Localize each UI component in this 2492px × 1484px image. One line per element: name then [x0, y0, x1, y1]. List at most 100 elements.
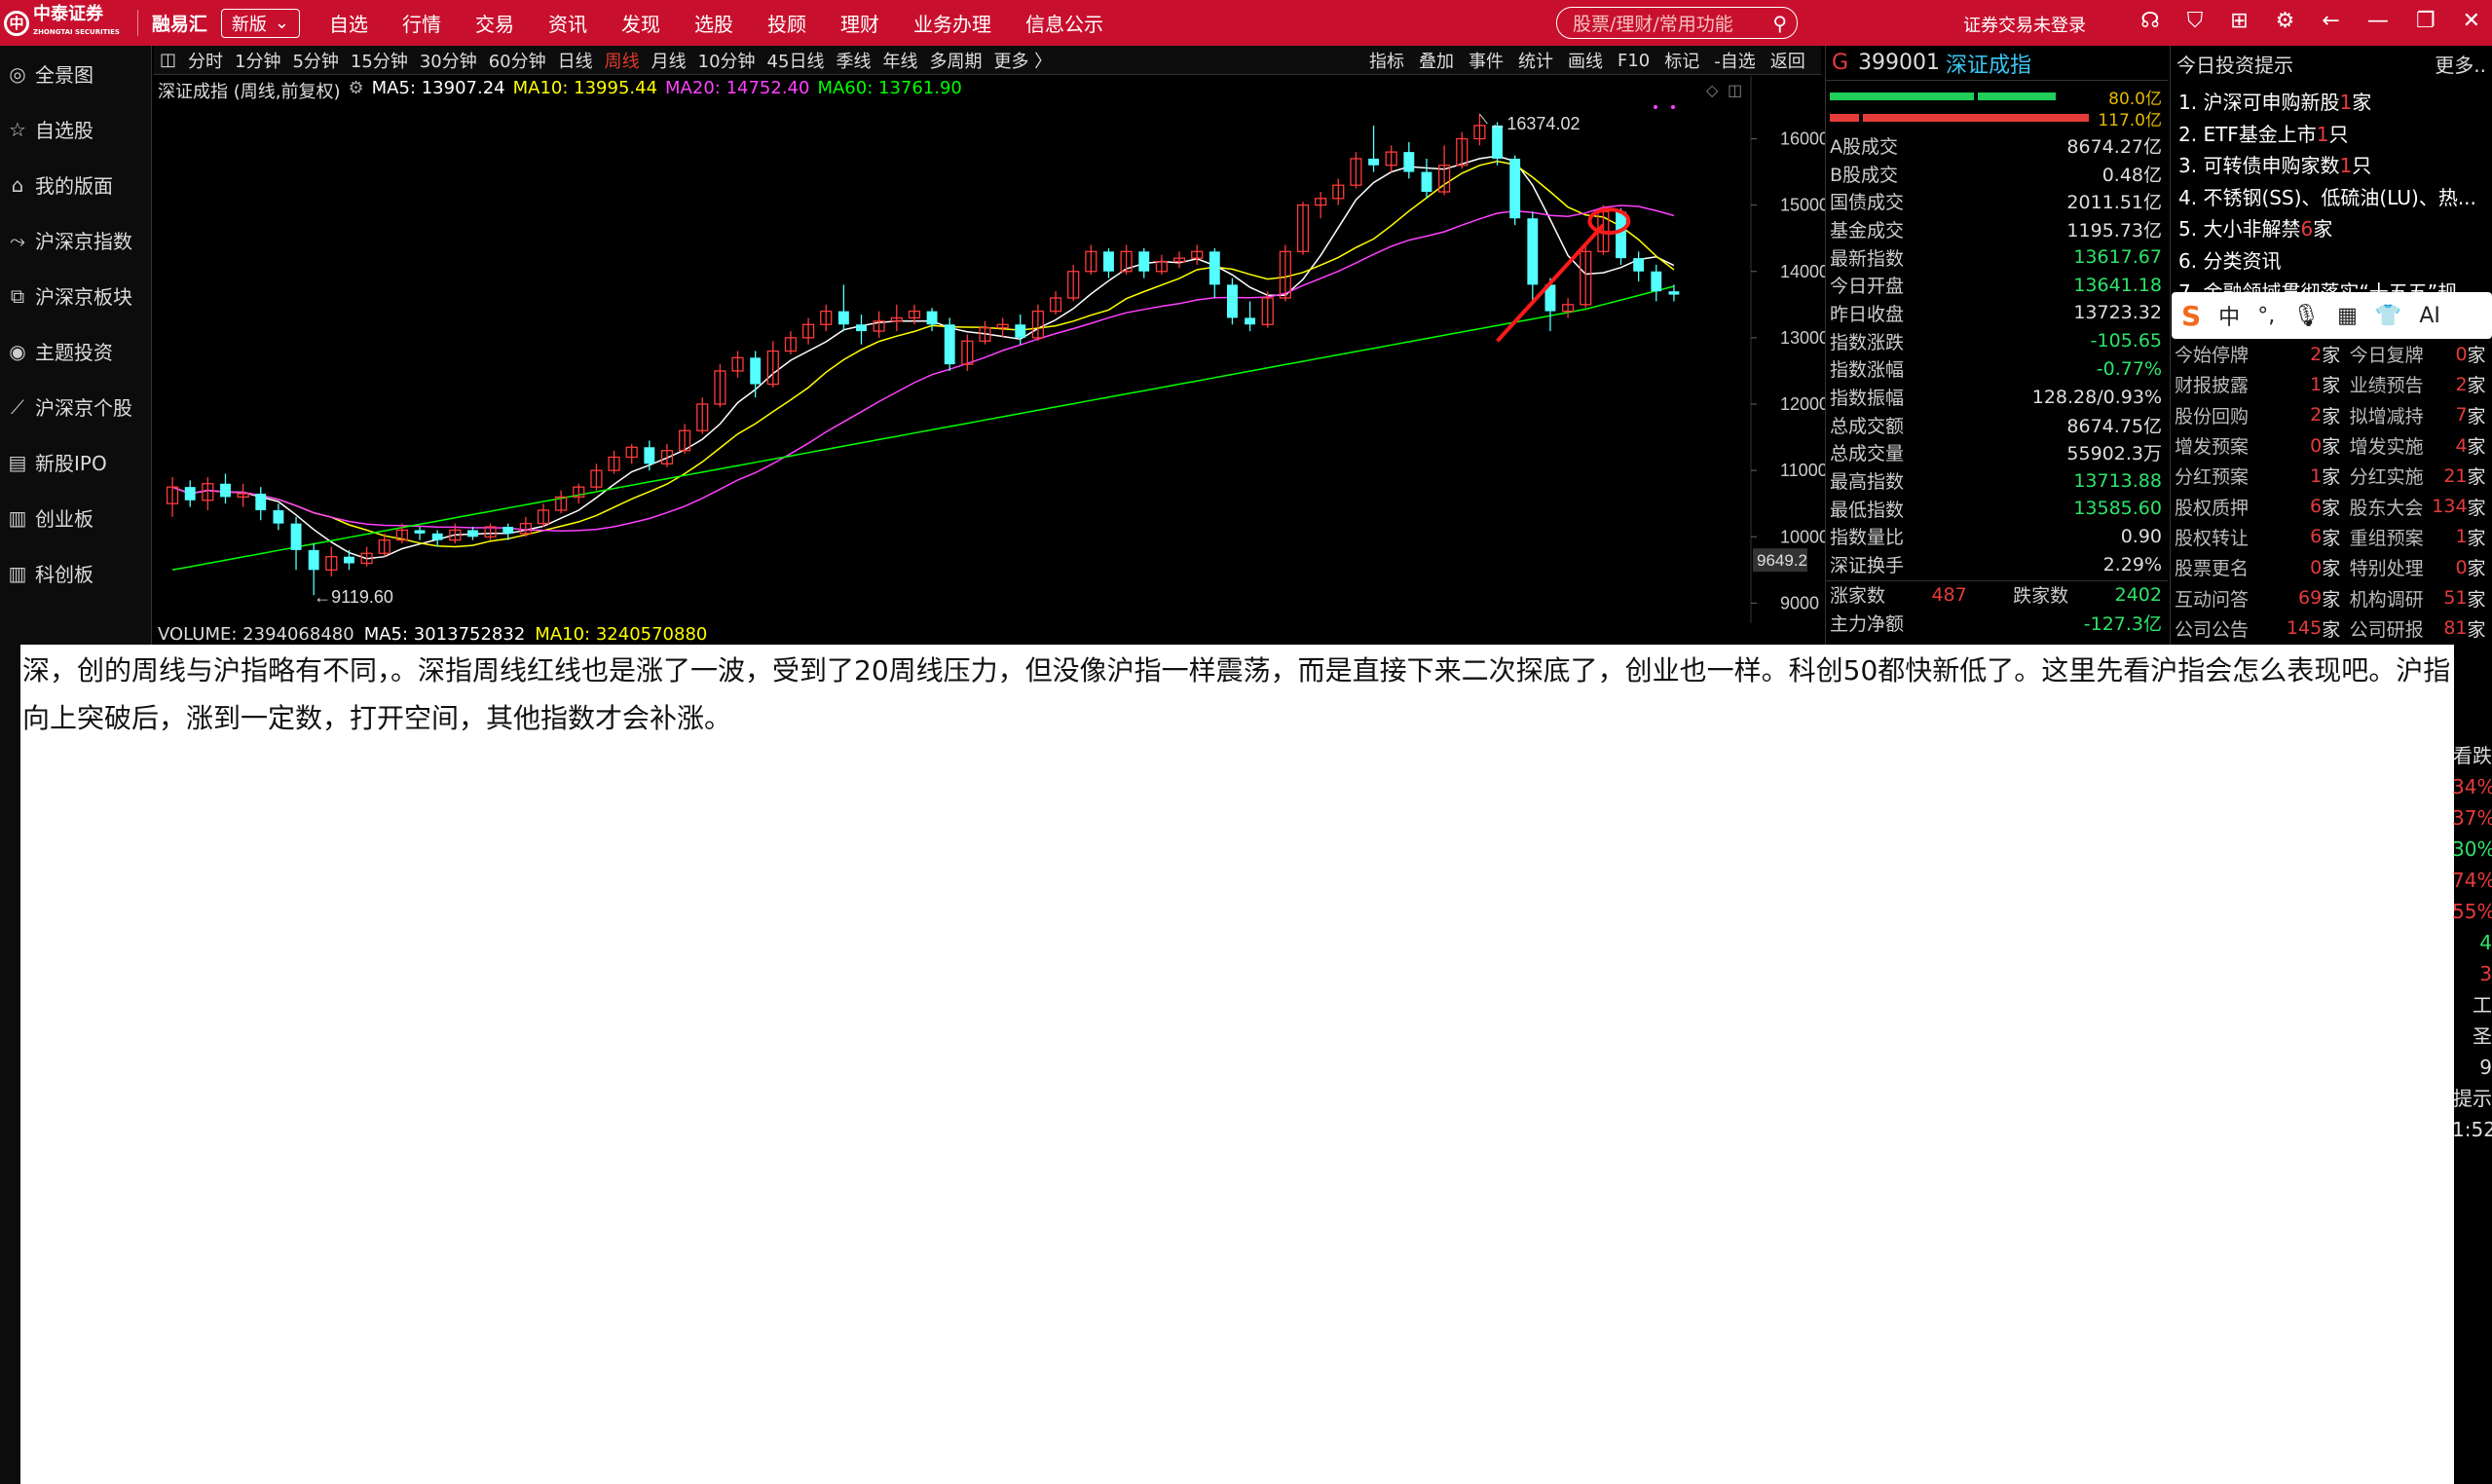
quote-value: 13641.18 [2073, 274, 2162, 296]
stat-unit: 家 [2322, 527, 2341, 549]
tool-item[interactable]: 统计 [1518, 48, 1553, 73]
window-controls: ☊ ⛉ ⊞ ⚙ ← — ❐ ✕ [2140, 9, 2480, 33]
menu-item[interactable]: 交易 [475, 9, 514, 37]
sogou-logo-icon[interactable]: S [2181, 300, 2201, 332]
skin-icon[interactable]: 👕 [2375, 304, 2401, 328]
nav-item-gem[interactable]: ▥ 创业板 [0, 490, 151, 545]
period-tab[interactable]: 15分钟 [351, 48, 408, 73]
tool-item[interactable]: F10 [1618, 51, 1650, 71]
stat-row[interactable]: 分红预案 1 家分红实施 21 家 [2171, 461, 2492, 491]
period-tab[interactable]: 日线 [558, 48, 593, 73]
ai-icon[interactable]: AI [2419, 304, 2440, 328]
menu-item[interactable]: 业务办理 [913, 9, 991, 37]
period-tab[interactable]: 30分钟 [420, 48, 477, 73]
nav-label: 沪深京个股 [35, 396, 132, 420]
shirt-icon[interactable]: ⛉ [2187, 9, 2204, 33]
period-tab[interactable]: 季线 [836, 48, 871, 73]
panel-toggle-icon[interactable]: ◫ [160, 50, 176, 70]
menu-item[interactable]: 自选 [329, 9, 368, 37]
stat-row[interactable]: 股份回购 2 家拟增减持 7 家 [2171, 400, 2492, 430]
period-tab[interactable]: 更多 〉 [993, 48, 1052, 73]
settings-icon[interactable]: ⚙ [2276, 9, 2295, 33]
bar-green-2 [1978, 93, 2056, 100]
stat-row[interactable]: 股权转让 6 家重组预案 1 家 [2171, 522, 2492, 552]
tool-item[interactable]: 指标 [1369, 48, 1404, 73]
nav-item-index[interactable]: ⤳ 沪深京指数 [0, 212, 151, 268]
search-input[interactable]: 股票/理财/常用功能 ⚲ [1556, 7, 1798, 39]
news-unit: 只 [2328, 122, 2349, 146]
tool-item[interactable]: 事件 [1469, 48, 1504, 73]
nav-item-stocks[interactable]: ⟋ 沪深京个股 [0, 379, 151, 434]
microphone-icon[interactable]: 🎙 [2292, 304, 2320, 328]
stat-row[interactable]: 互动问答 69 家机构调研 51 家 [2171, 582, 2492, 612]
period-tab-active[interactable]: 周线 [605, 48, 640, 73]
period-tab[interactable]: 10分钟 [698, 48, 756, 73]
menu-item[interactable]: 理财 [840, 9, 879, 37]
grid-icon[interactable]: ⊞ [2230, 9, 2248, 33]
service-icon[interactable]: ☊ [2140, 9, 2160, 33]
nav-item-ipo[interactable]: ▤ 新股IPO [0, 434, 151, 490]
stat-count: 7 [2455, 404, 2468, 427]
news-item[interactable]: 1. 沪深可申购新股1家 [2171, 82, 2492, 114]
version-select[interactable]: 新版 ⌄ [220, 8, 301, 38]
tool-item[interactable]: 返回 [1770, 48, 1805, 73]
menu-item[interactable]: 行情 [402, 9, 441, 37]
home-icon: ⌂ [11, 172, 24, 197]
stat-row[interactable]: 股权质押 6 家股东大会 134 家 [2171, 491, 2492, 521]
stat-label: 股份回购 [2175, 405, 2250, 427]
stat-row[interactable]: 股票更名 0 家特别处理 0 家 [2171, 552, 2492, 582]
ime-mode[interactable]: 中 [2218, 300, 2240, 331]
menu-item[interactable]: 资讯 [548, 9, 587, 37]
stat-row[interactable]: 今始停牌 2 家今日复牌 0 家 [2171, 339, 2492, 369]
menu-item[interactable]: 选股 [694, 9, 733, 37]
edge-fragment: 工 [2473, 993, 2492, 1017]
stat-row[interactable]: 增发预案 0 家增发实施 4 家 [2171, 430, 2492, 461]
period-tab[interactable]: 45日线 [767, 48, 825, 73]
tool-item[interactable]: 画线 [1568, 48, 1603, 73]
keyboard-icon[interactable]: ▦ [2337, 304, 2358, 328]
period-tab[interactable]: 5分钟 [292, 48, 338, 73]
capital-bar-2: 117.0亿 [1826, 106, 2168, 130]
search-icon[interactable]: ⚲ [1772, 12, 1787, 35]
nav-item-mylayout[interactable]: ⌂ 我的版面 [0, 157, 151, 212]
period-tab[interactable]: 年线 [882, 48, 917, 73]
back-arrow-icon[interactable]: ← [2322, 9, 2339, 33]
ime-punct-icon[interactable]: °, [2257, 304, 2275, 328]
tool-item[interactable]: 标记 [1664, 48, 1699, 73]
tool-item[interactable]: 叠加 [1419, 48, 1454, 73]
tool-item[interactable]: -自选 [1714, 48, 1756, 73]
news-more-link[interactable]: 更多.. [2435, 50, 2486, 78]
menu-item[interactable]: 信息公示 [1025, 9, 1103, 37]
period-tab[interactable]: 60分钟 [489, 48, 546, 73]
ime-toolbar[interactable]: S 中 °, 🎙 ▦ 👕 AI [2172, 292, 2492, 339]
stat-count: 0 [2310, 556, 2323, 578]
news-item[interactable]: 2. ETF基金上市1只 [2171, 114, 2492, 146]
kline-chart[interactable]: 16000 15000 14000 13000 12000 11000 10000 9000 9… [154, 76, 1825, 623]
stat-row[interactable]: 公司公告 145 家公司研报 81 家 [2171, 613, 2492, 644]
nav-item-sector[interactable]: ⧉ 沪深京板块 [0, 268, 151, 323]
nav-item-panorama[interactable]: ◎ 全景图 [0, 46, 151, 101]
menu-item[interactable]: 发现 [621, 9, 660, 37]
period-tab[interactable]: 分时 [188, 48, 223, 73]
login-status[interactable]: 证券交易未登录 [1963, 12, 2086, 37]
settings-dot-icon[interactable]: ⚙ [349, 78, 364, 103]
nav-item-theme[interactable]: ◉ 主题投资 [0, 323, 151, 379]
candle-down [184, 487, 196, 501]
period-tab[interactable]: 多周期 [929, 48, 982, 73]
stat-row[interactable]: 财报披露 1 家业绩预告 2 家 [2171, 369, 2492, 399]
close-icon[interactable]: ✕ [2463, 9, 2480, 33]
minimize-icon[interactable]: — [2367, 9, 2389, 33]
news-item[interactable]: 5. 大小非解禁6家 [2171, 208, 2492, 241]
nav-item-star[interactable]: ▥ 科创板 [0, 545, 151, 601]
news-item[interactable]: 3. 可转债申购家数1只 [2171, 145, 2492, 177]
news-item[interactable]: 4. 不锈钢(SS)、低硫油(LU)、热... [2171, 177, 2492, 209]
period-tab[interactable]: 月线 [651, 48, 687, 73]
down-value: 2402 [2114, 583, 2162, 606]
restore-icon[interactable]: ❐ [2416, 9, 2436, 33]
news-item[interactable]: 6. 分类资讯 [2171, 241, 2492, 273]
kline-svg[interactable]: 16000 15000 14000 13000 12000 11000 10000 9000 9… [154, 76, 1825, 623]
nav-label: 沪深京板块 [35, 285, 132, 309]
menu-item[interactable]: 投顾 [767, 9, 806, 37]
nav-item-watchlist[interactable]: ☆ 自选股 [0, 101, 151, 157]
period-tab[interactable]: 1分钟 [235, 48, 280, 73]
